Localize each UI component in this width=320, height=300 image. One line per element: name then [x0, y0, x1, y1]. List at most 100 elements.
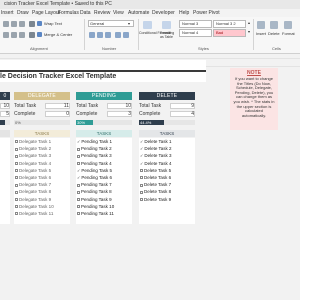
- checkmark-icon[interactable]: ✓: [77, 168, 80, 173]
- checkmark-icon[interactable]: ✓: [140, 161, 143, 166]
- pending-task-row[interactable]: Pending Task 7: [77, 182, 112, 188]
- pending-task-row[interactable]: Pending Task 8: [77, 189, 112, 195]
- tab-power-pivot[interactable]: Power Pivot: [193, 10, 220, 16]
- format-as-table-icon[interactable]: [162, 21, 171, 29]
- checkbox-icon[interactable]: [140, 183, 143, 187]
- checkbox-icon[interactable]: [77, 147, 80, 151]
- checkbox-icon[interactable]: [140, 176, 143, 180]
- delete-task-row[interactable]: ✓Delete Task 4: [140, 161, 172, 167]
- checkbox-icon[interactable]: [15, 140, 18, 144]
- checkmark-icon[interactable]: ✓: [140, 139, 143, 144]
- checkbox-icon[interactable]: [77, 212, 80, 216]
- insert-button[interactable]: Insert: [256, 31, 266, 36]
- checkbox-icon[interactable]: [15, 154, 18, 158]
- checkbox-icon[interactable]: [140, 197, 143, 201]
- checkbox-icon[interactable]: [15, 161, 18, 165]
- align-bottom-icon[interactable]: [19, 21, 25, 27]
- merge-center-button[interactable]: Merge & Center: [44, 32, 72, 37]
- checkbox-icon[interactable]: [15, 190, 18, 194]
- pending-task-row[interactable]: Pending Task 3: [77, 153, 112, 159]
- checkbox-icon[interactable]: [140, 190, 143, 194]
- delegate-task-row[interactable]: Delegate Task 1: [15, 139, 51, 145]
- checkbox-icon[interactable]: [15, 205, 18, 209]
- indent-icon[interactable]: [29, 32, 35, 38]
- checkbox-icon[interactable]: [140, 169, 143, 173]
- delegate-task-row[interactable]: Delegate Task 9: [15, 197, 51, 203]
- delegate-task-row[interactable]: Delegate Task 2: [15, 146, 51, 152]
- delegate-task-row[interactable]: Delegate Task 3: [15, 153, 51, 159]
- delete-task-row[interactable]: Delete Task 5: [140, 168, 171, 174]
- insert-cells-icon[interactable]: [257, 21, 265, 29]
- align-right-icon[interactable]: [19, 32, 25, 38]
- pending-task-row[interactable]: ✓Pending Task 5: [77, 168, 112, 174]
- delete-task-row[interactable]: ✓Delete Task 1: [140, 139, 172, 145]
- tab-page-layout[interactable]: Page Layout: [32, 10, 60, 16]
- currency-icon[interactable]: [89, 32, 95, 38]
- scroll-up-icon[interactable]: ▴: [248, 20, 250, 25]
- delete-task-row[interactable]: ✓Delete Task 2: [140, 146, 172, 152]
- delete-button[interactable]: Delete: [268, 31, 280, 36]
- delete-task-row[interactable]: Delete Task 6: [140, 175, 171, 181]
- chevron-down-icon[interactable]: ▾: [128, 21, 130, 26]
- checkmark-icon[interactable]: ✓: [140, 146, 143, 151]
- pending-task-row[interactable]: Pending Task 11: [77, 211, 114, 217]
- percent-icon[interactable]: [97, 32, 103, 38]
- align-top-icon[interactable]: [3, 21, 9, 27]
- pending-task-row[interactable]: Pending Task 4: [77, 161, 112, 167]
- checkbox-icon[interactable]: [77, 205, 80, 209]
- delete-task-row[interactable]: Delete Task 8: [140, 189, 171, 195]
- format-button[interactable]: Format: [282, 31, 295, 36]
- align-center-icon[interactable]: [11, 32, 17, 38]
- pending-task-row[interactable]: ✓Pending Task 1: [77, 139, 112, 145]
- checkmark-icon[interactable]: ✓: [77, 139, 80, 144]
- increase-decimal-icon[interactable]: [115, 32, 121, 38]
- delegate-task-row[interactable]: Delegate Task 8: [15, 189, 51, 195]
- wrap-text-button[interactable]: Wrap Text: [44, 21, 62, 26]
- delete-task-row[interactable]: ✓Delete Task 3: [140, 153, 172, 159]
- checkbox-icon[interactable]: [77, 183, 80, 187]
- checkbox-icon[interactable]: [15, 169, 18, 173]
- tab-view[interactable]: View: [113, 10, 124, 16]
- delete-task-row[interactable]: Delete Task 7: [140, 182, 171, 188]
- scroll-down-icon[interactable]: ▾: [248, 29, 250, 34]
- checkbox-icon[interactable]: [15, 197, 18, 201]
- checkbox-icon[interactable]: [15, 212, 18, 216]
- checkmark-icon[interactable]: ✓: [77, 175, 80, 180]
- checkmark-icon[interactable]: ✓: [140, 153, 143, 158]
- tab-formulas[interactable]: Formulas: [58, 10, 79, 16]
- align-left-icon[interactable]: [3, 32, 9, 38]
- pending-task-row[interactable]: Pending Task 2: [77, 146, 112, 152]
- checkbox-icon[interactable]: [15, 147, 18, 151]
- delegate-task-row[interactable]: Delegate Task 6: [15, 175, 51, 181]
- orientation-icon[interactable]: [29, 21, 35, 27]
- comma-style-icon[interactable]: [105, 32, 111, 38]
- format-as-table-button[interactable]: Format as Table: [160, 31, 174, 39]
- delegate-task-row[interactable]: Delegate Task 4: [15, 161, 51, 167]
- checkbox-icon[interactable]: [77, 161, 80, 165]
- pending-task-row[interactable]: Pending Task 10: [77, 204, 114, 210]
- pending-task-row[interactable]: Pending Task 9: [77, 197, 112, 203]
- conditional-formatting-icon[interactable]: [143, 21, 152, 29]
- tab-data[interactable]: Data: [80, 10, 91, 16]
- checkbox-icon[interactable]: [15, 183, 18, 187]
- align-middle-icon[interactable]: [11, 21, 17, 27]
- delegate-task-row[interactable]: Delegate Task 7: [15, 182, 51, 188]
- tab-help[interactable]: Help: [179, 10, 189, 16]
- tab-developer[interactable]: Developer: [152, 10, 175, 16]
- delete-cells-icon[interactable]: [270, 21, 278, 29]
- pending-task-row[interactable]: ✓Pending Task 6: [77, 175, 112, 181]
- tab-draw[interactable]: Draw: [17, 10, 29, 16]
- checkbox-icon[interactable]: [77, 154, 80, 158]
- delegate-task-row[interactable]: Delegate Task 11: [15, 211, 53, 217]
- tab-review[interactable]: Review: [94, 10, 110, 16]
- decrease-decimal-icon[interactable]: [123, 32, 129, 38]
- checkbox-icon[interactable]: [77, 197, 80, 201]
- checkbox-icon[interactable]: [15, 176, 18, 180]
- delegate-task-row[interactable]: Delegate Task 10: [15, 204, 54, 210]
- chevron-down-icon[interactable]: ⌄: [78, 1, 82, 7]
- delete-task-row[interactable]: Delete Task 9: [140, 197, 171, 203]
- checkbox-icon[interactable]: [77, 190, 80, 194]
- delegate-task-row[interactable]: Delegate Task 5: [15, 168, 51, 174]
- tab-automate[interactable]: Automate: [128, 10, 149, 16]
- tab-insert[interactable]: Insert: [1, 10, 14, 16]
